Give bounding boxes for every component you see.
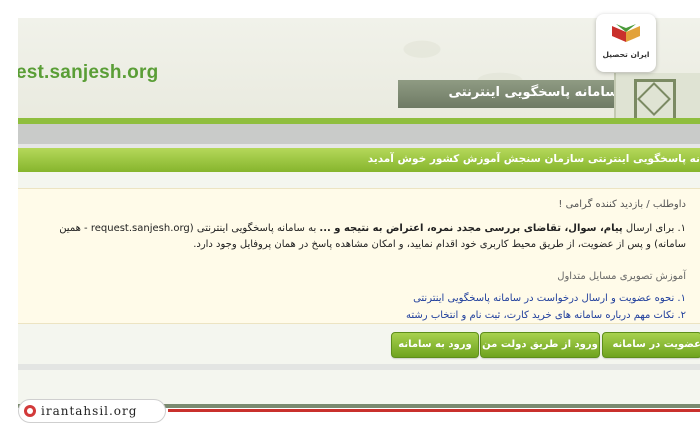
- system-title: سامانه پاسخگویی اینترنتی: [448, 85, 618, 100]
- login-button[interactable]: ورود به سامانه: [391, 332, 479, 358]
- bottom-separator: [18, 364, 700, 370]
- action-buttons: ورود به سامانه ورود از طریق دولت من عضوی…: [18, 332, 700, 358]
- tutorial-link-tips[interactable]: ۲. نکات مهم درباره سامانه های خرید کارت،…: [406, 307, 686, 324]
- instructions-paragraph: ۱. برای ارسال پیام، سوال، تقاضای بررسی م…: [36, 221, 686, 253]
- nav-band: [18, 124, 700, 144]
- brand-logo: ایران تحصیل: [596, 14, 656, 72]
- logo-text: ایران تحصیل: [602, 50, 650, 59]
- instructions-intro: ۱. برای ارسال: [622, 223, 686, 234]
- info-panel: داوطلب / بازدید کننده گرامی ! ۱. برای ار…: [18, 188, 700, 324]
- welcome-text: نه پاسخگویی اینترنتی سازمان سنجش آموزش ک…: [367, 153, 700, 165]
- login-gov-button[interactable]: ورود از طریق دولت من: [480, 332, 600, 358]
- ornament-icon: [614, 73, 700, 121]
- watermark-text: irantahsil.org: [41, 404, 138, 418]
- instructions-bold: پیام، سوال، تقاضای بررسی مجدد نمره، اعتر…: [319, 223, 623, 234]
- tutorial-links: ۱. نحوه عضویت و ارسال درخواست در سامانه …: [406, 290, 686, 324]
- greeting-text: داوطلب / بازدید کننده گرامی !: [558, 199, 686, 210]
- welcome-bar: نه پاسخگویی اینترنتی سازمان سنجش آموزش ک…: [18, 148, 700, 172]
- browser-frame: est.sanjesh.org سامانه پاسخگویی اینترنتی…: [18, 18, 700, 408]
- tutorial-link-membership[interactable]: ۱. نحوه عضویت و ارسال درخواست در سامانه …: [406, 290, 686, 307]
- location-icon: [24, 405, 36, 417]
- book-icon: [612, 24, 640, 42]
- watermark-badge: irantahsil.org: [18, 399, 166, 423]
- register-button[interactable]: عضویت در سامانه: [602, 332, 700, 358]
- tutorials-title: آموزش تصویری مسایل متداول: [557, 271, 686, 282]
- site-url-logo[interactable]: est.sanjesh.org: [18, 62, 158, 84]
- watermark-line: [168, 409, 700, 412]
